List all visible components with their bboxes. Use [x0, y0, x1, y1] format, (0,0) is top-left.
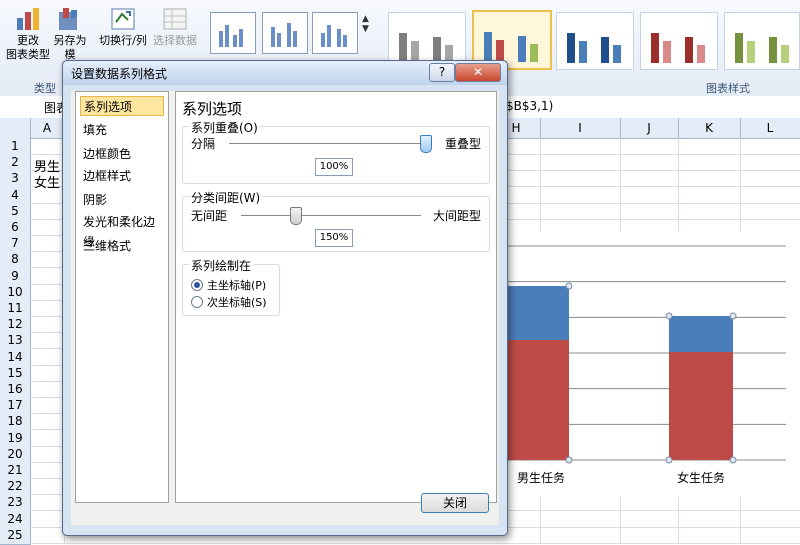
save-as-template-button[interactable]: 另存为 模	[52, 6, 88, 62]
formula-input[interactable]: $B$3,1)	[506, 99, 553, 113]
category-label: 男生任务	[517, 470, 565, 485]
chart-layout-2[interactable]	[262, 12, 308, 54]
column-header[interactable]: I	[540, 118, 621, 138]
selection-handle[interactable]	[565, 282, 573, 290]
nav-fill[interactable]: 填充	[80, 120, 164, 140]
switch-row-column-icon	[110, 6, 136, 32]
column-header[interactable]: A	[30, 118, 65, 138]
selection-handle[interactable]	[665, 312, 673, 320]
chart-bar[interactable]	[669, 352, 733, 460]
primary-axis-label[interactable]: 主坐标轴(P)	[207, 277, 266, 293]
options-panel: 系列选项 系列重叠(O) 分隔 重叠型 100% 分类间距(W) 无间距 大间距…	[175, 91, 497, 503]
dialog-body: 系列选项 填充 边框颜色 边框样式 阴影 发光和柔化边缘 三维格式 系列选项 系…	[71, 91, 499, 525]
column-header[interactable]: K	[678, 118, 741, 138]
nav-shadow[interactable]: 阴影	[80, 190, 164, 210]
gap-slider-track[interactable]	[241, 215, 421, 216]
nav-series-options[interactable]: 系列选项	[80, 96, 164, 116]
selection-handle[interactable]	[665, 456, 673, 464]
chart-style-4[interactable]	[640, 12, 718, 70]
secondary-axis-radio[interactable]	[191, 296, 203, 308]
gap-width-group: 分类间距(W) 无间距 大间距型 150%	[182, 189, 490, 252]
format-data-series-dialog: 设置数据系列格式 ? ✕ 系列选项 填充 边框颜色 边框样式 阴影 发光和柔化边…	[62, 60, 508, 536]
save-template-icon	[57, 6, 83, 32]
chart-layout-3[interactable]	[312, 12, 358, 54]
help-button[interactable]: ?	[429, 63, 455, 82]
category-nav: 系列选项 填充 边框颜色 边框样式 阴影 发光和柔化边缘 三维格式	[75, 91, 169, 503]
overlap-slider-track[interactable]	[229, 143, 425, 144]
plot-series-on-label: 系列绘制在	[189, 257, 254, 274]
overlap-right-label: 重叠型	[444, 137, 481, 151]
column-header[interactable]: L	[740, 118, 800, 138]
group-label-chart-styles: 图表样式	[706, 82, 750, 95]
selection-handle[interactable]	[729, 312, 737, 320]
chart-layout-1[interactable]	[210, 12, 256, 54]
panel-title: 系列选项	[182, 100, 243, 118]
chart-bar[interactable]	[669, 316, 733, 352]
nav-glow-soft-edges[interactable]: 发光和柔化边缘	[80, 212, 164, 249]
category-label: 女生任务	[677, 470, 725, 485]
gap-width-label: 分类间距(W)	[189, 189, 263, 206]
cell-a3[interactable]: 女生	[34, 172, 64, 191]
gap-right-label: 大间距型	[432, 209, 481, 223]
overlap-value-input[interactable]: 100%	[315, 158, 353, 176]
secondary-axis-label[interactable]: 次坐标轴(S)	[207, 294, 267, 310]
nav-border-style[interactable]: 边框样式	[80, 166, 164, 186]
select-data-button[interactable]: 选择数据	[152, 6, 198, 48]
chart-style-3[interactable]	[556, 12, 634, 70]
column-header[interactable]: J	[620, 118, 679, 138]
selection-handle[interactable]	[565, 456, 573, 464]
chart-bar[interactable]	[505, 340, 569, 460]
primary-axis-radio[interactable]	[191, 279, 203, 291]
dialog-titlebar[interactable]: 设置数据系列格式 ? ✕	[63, 61, 507, 85]
gap-left-label: 无间距	[191, 209, 228, 223]
selection-handle[interactable]	[729, 456, 737, 464]
gap-value-input[interactable]: 150%	[315, 229, 353, 247]
plot-series-on-group: 系列绘制在 主坐标轴(P) 次坐标轴(S)	[182, 257, 280, 316]
chart-type-icon	[15, 6, 41, 32]
gap-slider-thumb[interactable]	[290, 207, 302, 225]
row-header[interactable]: 25	[0, 526, 31, 545]
layout-scroll-icon[interactable]: ▲ ▼	[362, 14, 369, 34]
chart-area[interactable]: 男生任务 女生任务	[501, 232, 800, 497]
overlap-label: 系列重叠(O)	[189, 119, 260, 136]
cell-a2[interactable]: 男生	[34, 156, 64, 175]
group-label-type: 类型	[34, 82, 56, 95]
switch-row-column-button[interactable]: 切换行/列	[96, 6, 150, 48]
nav-border-color[interactable]: 边框颜色	[80, 144, 164, 164]
nav-3d-format[interactable]: 三维格式	[80, 236, 164, 256]
select-all-corner[interactable]	[0, 118, 31, 138]
dialog-title: 设置数据系列格式	[71, 67, 168, 81]
overlap-left-label: 分隔	[191, 137, 216, 151]
overlap-group: 系列重叠(O) 分隔 重叠型 100%	[182, 119, 490, 184]
overlap-slider-thumb[interactable]	[420, 135, 432, 153]
close-button[interactable]: 关闭	[421, 493, 489, 513]
close-x-button[interactable]: ✕	[455, 63, 501, 82]
select-data-icon	[162, 6, 188, 32]
chart-style-5[interactable]	[724, 12, 800, 70]
chart-plot[interactable]: 男生任务 女生任务	[501, 232, 800, 497]
chart-bar[interactable]	[505, 286, 569, 340]
change-chart-type-button[interactable]: 更改 图表类型	[6, 6, 50, 62]
